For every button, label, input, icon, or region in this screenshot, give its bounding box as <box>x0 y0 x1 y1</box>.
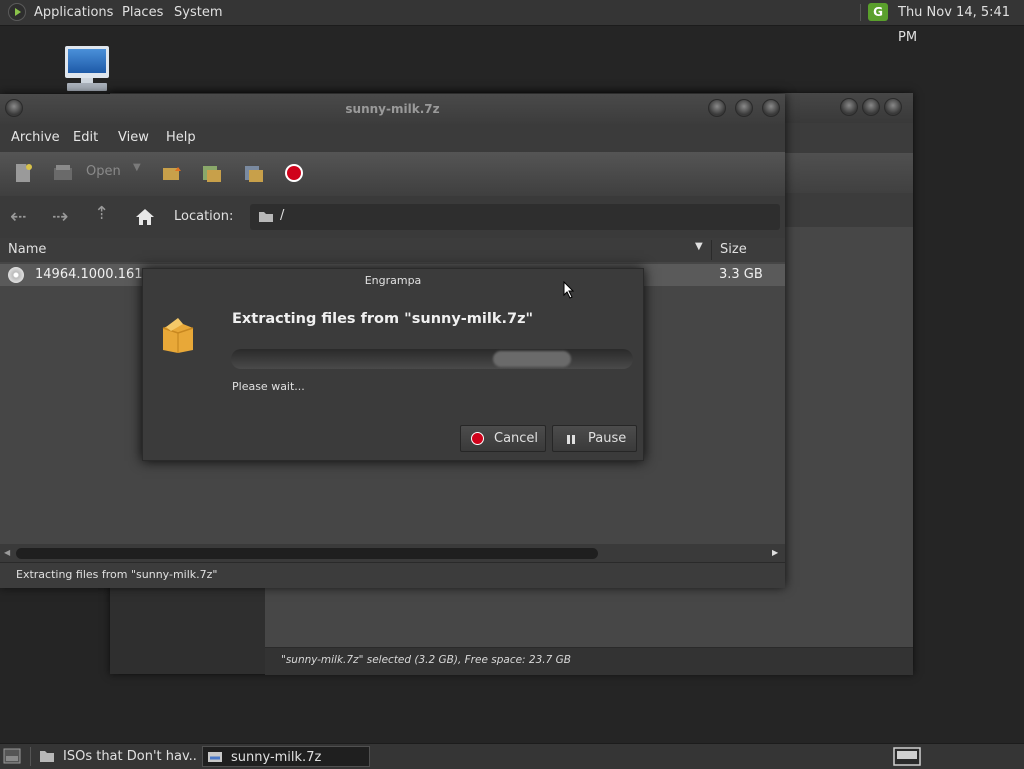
menu-archive[interactable]: Archive <box>11 124 60 152</box>
open-dropdown-chevron-icon[interactable]: ▼ <box>133 162 141 173</box>
maximize-icon[interactable] <box>862 98 880 116</box>
places-menu[interactable]: Places <box>122 0 163 25</box>
computer-desktop-icon[interactable] <box>63 46 113 92</box>
top-panel: Applications Places System G Thu Nov 14,… <box>0 0 1024 45</box>
menu-edit[interactable]: Edit <box>73 124 98 152</box>
disc-image-icon <box>8 267 24 283</box>
panel-separator <box>860 4 861 21</box>
progress-bar <box>231 349 633 369</box>
taskbar-item-label: ISOs that Don't hav... <box>63 749 196 764</box>
progress-pulse <box>493 351 571 367</box>
minimize-icon[interactable] <box>840 98 858 116</box>
file-manager-status-text: "sunny-milk.7z" selected (3.2 GB), Free … <box>281 654 571 666</box>
close-icon[interactable] <box>762 99 780 117</box>
workspace-switcher-icon[interactable] <box>893 747 921 766</box>
update-manager-icon[interactable]: G <box>868 3 888 21</box>
column-name[interactable]: Name <box>8 242 46 257</box>
stop-icon <box>471 432 484 445</box>
pause-button[interactable]: Pause <box>552 425 637 452</box>
statusbar: Extracting files from "sunny-milk.7z" <box>0 562 785 588</box>
system-menu[interactable]: System <box>174 0 222 25</box>
window-title: sunny-milk.7z <box>345 102 440 116</box>
home-icon[interactable] <box>135 208 155 226</box>
up-arrow-icon[interactable]: ⇡ <box>94 203 109 224</box>
close-icon[interactable] <box>884 98 902 116</box>
stop-icon[interactable] <box>283 162 305 184</box>
show-desktop-icon[interactable] <box>3 748 21 764</box>
cancel-button[interactable]: Cancel <box>460 425 546 452</box>
toolbar: Open ▼ <box>0 152 785 196</box>
taskbar-item-isos-folder[interactable]: ISOs that Don't hav... <box>36 746 196 767</box>
file-name: 14964.1000.16110 <box>35 267 160 282</box>
horizontal-scrollbar[interactable]: ◀ ▶ <box>0 544 785 562</box>
bottom-panel: ISOs that Don't hav... sunny-milk.7z <box>0 743 1024 769</box>
menu-help[interactable]: Help <box>166 124 196 152</box>
applications-menu[interactable]: Applications <box>34 0 113 25</box>
monitor-icon <box>65 46 109 78</box>
pause-icon <box>567 435 575 444</box>
dialog-message: Please wait... <box>232 380 305 393</box>
location-entry[interactable]: / <box>250 204 780 230</box>
cancel-button-label: Cancel <box>494 431 539 446</box>
status-text: Extracting files from "sunny-milk.7z" <box>16 568 218 581</box>
location-bar: ⇠ ⇢ ⇡ Location: / <box>0 196 785 238</box>
engrampa-titlebar[interactable]: sunny-milk.7z <box>0 94 785 124</box>
file-manager-statusbar: "sunny-milk.7z" selected (3.2 GB), Free … <box>265 647 913 675</box>
mouse-cursor-icon <box>563 281 575 299</box>
scrollbar-thumb[interactable] <box>16 548 598 559</box>
back-arrow-icon[interactable]: ⇠ <box>10 204 27 228</box>
taskbar-item-engrampa[interactable]: sunny-milk.7z <box>202 746 370 767</box>
pause-button-label: Pause <box>588 431 627 446</box>
location-label: Location: <box>174 209 234 224</box>
scroll-right-icon[interactable]: ▶ <box>772 548 778 557</box>
taskbar-item-label: sunny-milk.7z <box>231 750 322 765</box>
menubar: Archive Edit View Help <box>0 124 785 152</box>
file-size: 3.3 GB <box>719 267 763 282</box>
scroll-left-icon[interactable]: ◀ <box>4 548 10 557</box>
new-archive-icon[interactable] <box>12 162 34 184</box>
location-path: / <box>280 208 285 223</box>
clock[interactable]: Thu Nov 14, 5:41 PM <box>898 0 1024 45</box>
extract-icon[interactable] <box>161 162 183 184</box>
open-button-label[interactable]: Open <box>86 164 121 179</box>
forward-arrow-icon[interactable]: ⇢ <box>52 204 69 228</box>
column-size[interactable]: Size <box>720 242 747 257</box>
package-icon <box>162 318 194 353</box>
open-archive-icon[interactable] <box>52 162 74 184</box>
add-folder-icon[interactable] <box>243 162 265 184</box>
archive-icon <box>208 752 222 762</box>
menu-view[interactable]: View <box>118 124 149 152</box>
minimize-icon[interactable] <box>708 99 726 117</box>
maximize-icon[interactable] <box>735 99 753 117</box>
dialog-heading: Extracting files from "sunny-milk.7z" <box>232 311 534 327</box>
folder-icon <box>259 212 273 222</box>
mint-menu-icon[interactable] <box>8 3 26 21</box>
add-files-icon[interactable] <box>201 162 223 184</box>
folder-icon <box>40 751 54 762</box>
sort-chevron-down-icon[interactable]: ▼ <box>695 241 703 252</box>
column-header: Name ▼ Size <box>0 238 785 263</box>
